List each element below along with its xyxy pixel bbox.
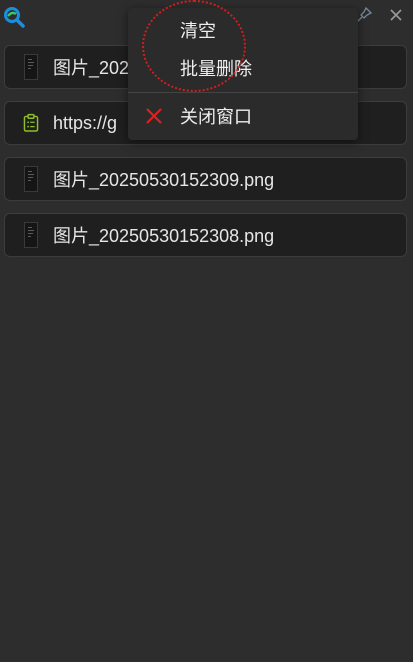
context-menu: 清空 批量删除 关闭窗口 xyxy=(128,8,358,140)
window-controls xyxy=(355,6,405,24)
list-item[interactable]: 图片_20250530152309.png xyxy=(4,157,407,201)
list-item-label: 图片_2025 xyxy=(53,58,140,78)
menu-divider xyxy=(128,92,358,93)
menu-item-label: 批量删除 xyxy=(180,59,252,79)
list-item[interactable]: 图片_20250530152308.png xyxy=(4,213,407,257)
list-item-label: 图片_20250530152309.png xyxy=(53,170,275,190)
menu-item-batch-delete[interactable]: 批量删除 xyxy=(128,50,358,86)
list-item-label: 图片_20250530152308.png xyxy=(53,226,275,246)
menu-item-label: 关闭窗口 xyxy=(180,107,252,127)
red-x-icon xyxy=(145,107,163,125)
list-item-label: https://g xyxy=(53,112,118,133)
menu-item-label: 清空 xyxy=(180,21,216,41)
clipboard-list-icon xyxy=(23,109,39,137)
magnifier-logo-icon xyxy=(2,5,26,29)
close-icon[interactable] xyxy=(387,6,405,24)
image-thumbnail-icon xyxy=(23,165,39,193)
image-thumbnail-icon xyxy=(23,221,39,249)
menu-item-clear[interactable]: 清空 xyxy=(128,12,358,48)
image-thumbnail-icon xyxy=(23,53,39,81)
menu-item-close-window[interactable]: 关闭窗口 xyxy=(128,98,358,134)
clipboard-window: 图片_2025 https://g 图片_20250530152309.png … xyxy=(0,0,413,662)
